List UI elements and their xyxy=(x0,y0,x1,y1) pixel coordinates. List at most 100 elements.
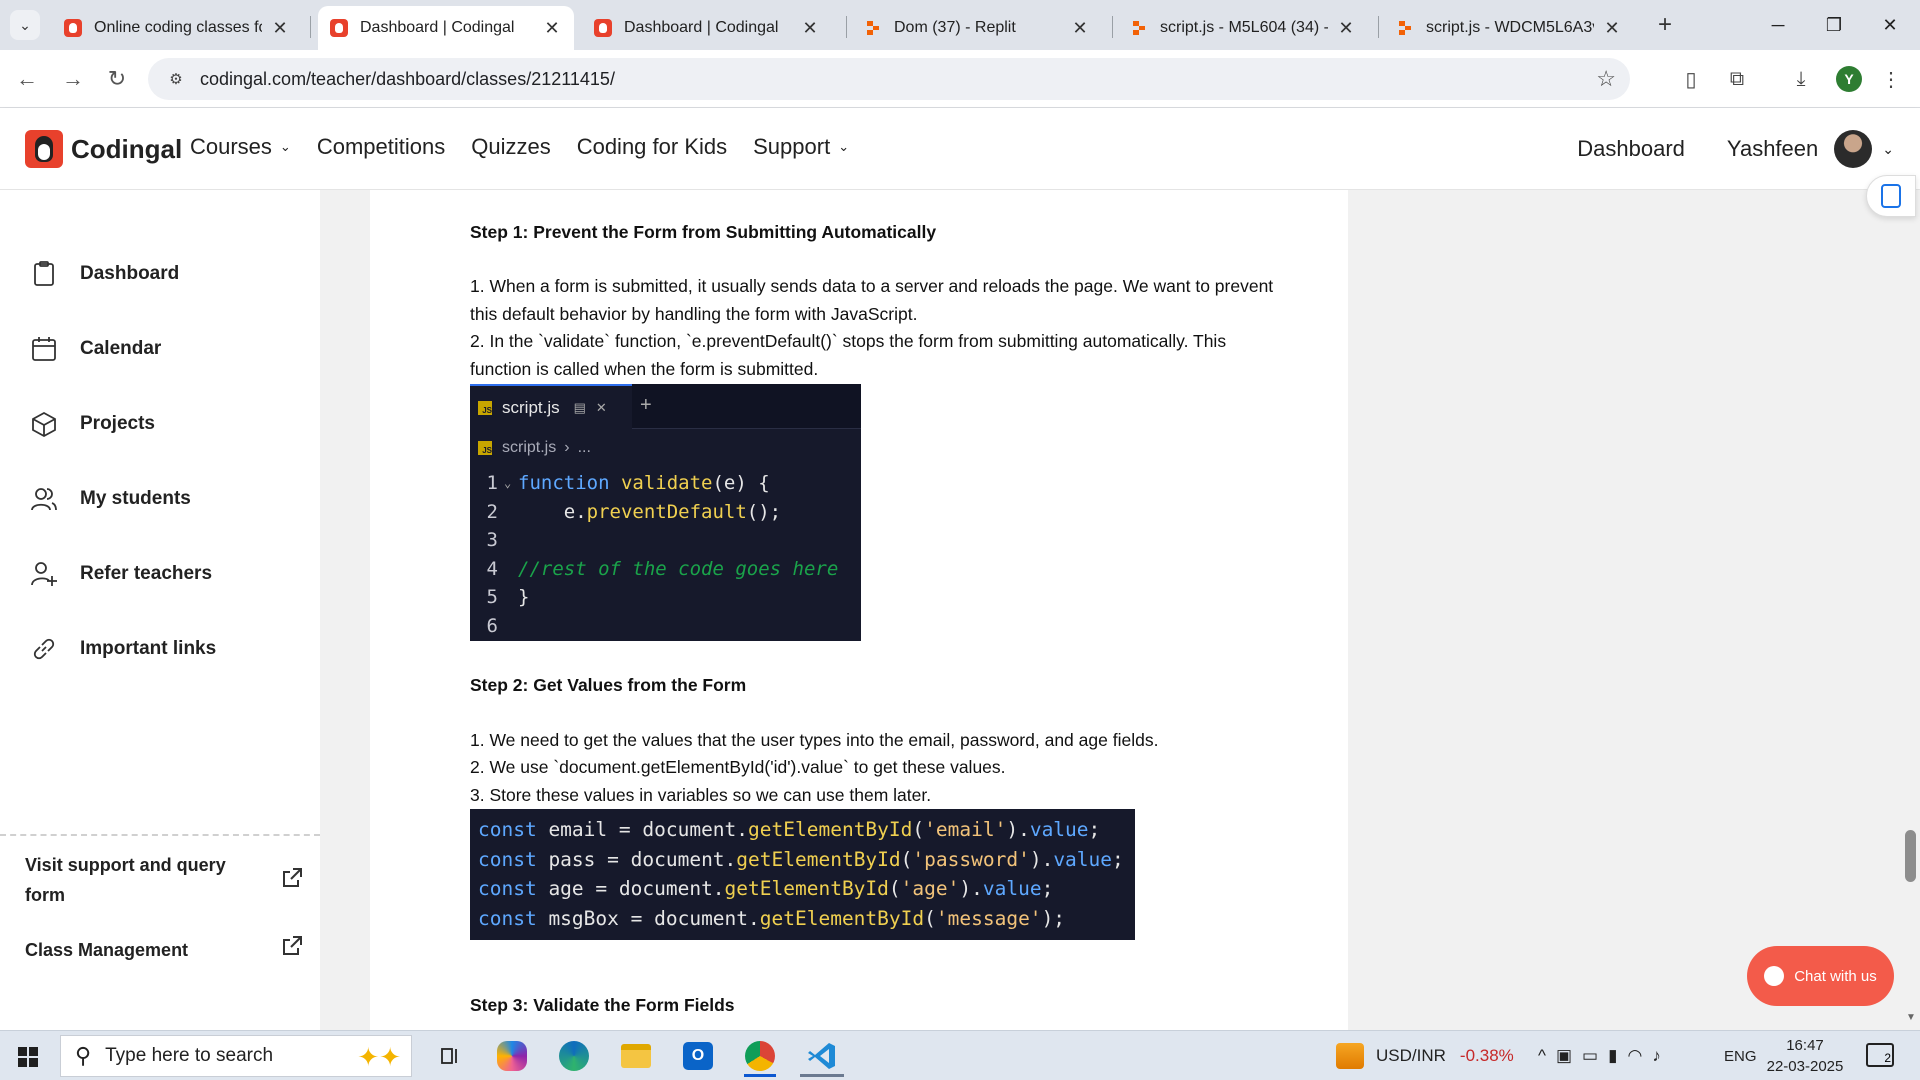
browser-tab[interactable]: Dashboard | Codingal ✕ xyxy=(582,6,832,50)
download-icon[interactable]: ⤓ xyxy=(1786,64,1816,94)
external-link-icon[interactable] xyxy=(280,934,304,958)
forward-arrow-icon[interactable]: → xyxy=(58,64,88,94)
file-explorer-icon[interactable] xyxy=(614,1035,658,1077)
tab-title: Dom (37) - Replit xyxy=(894,19,1016,36)
browser-tab[interactable]: script.js - WDCM5L6A3v2 ( ✕ xyxy=(1384,6,1634,50)
window-close-icon[interactable]: ✕ xyxy=(1870,8,1910,42)
chrome-icon[interactable] xyxy=(738,1035,782,1077)
code-editor-image: JS script.js ▤✕ + JS script.js › ... 1 ⌄ … xyxy=(470,384,861,641)
close-icon[interactable]: ✕ xyxy=(542,18,562,39)
sidebar-item-my-students[interactable]: My students xyxy=(30,485,191,513)
battery-icon[interactable]: ▮ xyxy=(1608,1046,1627,1066)
nav-quizzes[interactable]: Quizzes xyxy=(471,134,550,160)
ticker-value: -0.38% xyxy=(1459,1046,1514,1065)
scrollbar-thumb[interactable] xyxy=(1905,830,1916,882)
browser-tab[interactable]: Online coding classes for k ✕ xyxy=(52,6,302,50)
code-comment: //rest of the code goes here xyxy=(518,557,839,580)
code-token: const xyxy=(478,877,537,900)
tab-separator xyxy=(310,16,311,38)
windows-taskbar: ⚲ Type here to search ✦✦ O USD/INR -0.38… xyxy=(0,1030,1920,1080)
vscode-icon[interactable] xyxy=(800,1035,844,1077)
browser-tab[interactable]: Dom (37) - Replit ✕ xyxy=(852,6,1102,50)
profile-avatar[interactable]: Y xyxy=(1836,66,1862,92)
language-indicator[interactable]: ENG xyxy=(1724,1031,1757,1080)
editor-code: 1 ⌄ function validate (e) { 2 e. preventDef… xyxy=(470,467,861,640)
browser-tab-active[interactable]: Dashboard | Codingal ✕ xyxy=(318,6,574,50)
tab-separator xyxy=(846,16,847,38)
close-icon[interactable]: ✕ xyxy=(800,18,820,39)
windows-start-icon[interactable] xyxy=(18,1047,38,1067)
external-link-icon[interactable] xyxy=(280,866,304,890)
show-hidden-icons-chevron-icon[interactable]: ^ xyxy=(1538,1046,1556,1066)
menu-kebab-icon[interactable]: ⋮ xyxy=(1876,64,1906,94)
taskbar-search[interactable]: ⚲ Type here to search ✦✦ xyxy=(60,1035,412,1077)
chat-with-us-button[interactable]: Chat with us xyxy=(1747,946,1894,1006)
tab-title: script.js - WDCM5L6A3v2 ( xyxy=(1426,19,1594,36)
reload-icon[interactable]: ↻ xyxy=(102,64,132,94)
clock-time: 16:47 xyxy=(1786,1037,1824,1054)
outlook-icon[interactable]: O xyxy=(676,1035,720,1077)
line-number: 4 xyxy=(486,557,498,580)
tab-search-button[interactable]: ⌄ xyxy=(10,10,40,40)
page-scrollbar[interactable] xyxy=(1904,190,1920,1030)
extensions-puzzle-icon[interactable]: ⧉ xyxy=(1722,64,1752,94)
chevron-down-icon: ⌄ xyxy=(279,139,291,154)
address-bar[interactable]: ⚙ codingal.com/teacher/dashboard/classes… xyxy=(148,58,1630,100)
currency-ticker[interactable]: USD/INR -0.38% xyxy=(1336,1031,1514,1080)
chevron-down-icon[interactable]: ⌄ xyxy=(1882,141,1894,158)
scroll-down-arrow-icon[interactable]: ▼ xyxy=(1906,1012,1916,1023)
sidebar-item-label: Refer teachers xyxy=(80,563,213,584)
bookmark-star-icon[interactable]: ☆ xyxy=(1596,66,1616,92)
step-1-paragraph-2: 2. In the `validate` function, `e.preven… xyxy=(470,331,1227,379)
header-dashboard-link[interactable]: Dashboard xyxy=(1577,136,1685,162)
meet-icon[interactable]: ▣ xyxy=(1556,1046,1582,1066)
sidebar-item-important-links[interactable]: Important links xyxy=(30,635,216,663)
sidebar-item-refer-teachers[interactable]: Refer teachers xyxy=(30,560,212,588)
code-token: getElementById xyxy=(736,847,901,871)
code-token: ; xyxy=(1112,847,1124,871)
close-icon[interactable]: ✕ xyxy=(1070,18,1090,39)
task-view-icon[interactable] xyxy=(428,1035,472,1077)
display-icon[interactable]: ▭ xyxy=(1582,1046,1608,1066)
volume-icon[interactable]: ♪ xyxy=(1652,1046,1671,1066)
notification-center-icon[interactable]: 2 xyxy=(1866,1043,1894,1067)
close-icon[interactable]: ✕ xyxy=(1602,18,1622,39)
sidebar-item-projects[interactable]: Projects xyxy=(30,410,155,438)
url-text[interactable]: codingal.com/teacher/dashboard/classes/2… xyxy=(200,69,615,90)
system-tray-icons[interactable]: ^ ▣ ▭ ▮ ◠ ♪ xyxy=(1538,1031,1671,1080)
class-management-link[interactable]: Class Management xyxy=(25,935,245,965)
js-file-icon: JS xyxy=(478,441,492,455)
main-nav: Courses ⌄ Competitions Quizzes Coding fo… xyxy=(190,134,849,160)
nav-support[interactable]: Support ⌄ xyxy=(753,134,849,160)
wifi-icon[interactable]: ◠ xyxy=(1627,1046,1652,1066)
side-panel-widget[interactable] xyxy=(1866,175,1916,217)
codingal-logo[interactable]: Codingal xyxy=(25,130,182,168)
code-line: 3 xyxy=(470,526,861,555)
nav-courses[interactable]: Courses ⌄ xyxy=(190,134,291,160)
code-line: 5 } xyxy=(470,583,861,612)
breadcrumb-file: script.js xyxy=(502,439,557,456)
close-icon[interactable]: ✕ xyxy=(270,18,290,39)
side-panel-icon[interactable]: ▯ xyxy=(1676,64,1706,94)
code-token: const xyxy=(478,818,537,841)
site-info-icon[interactable]: ⚙ xyxy=(158,70,194,88)
tab-title: script.js - M5L604 (34) - Re xyxy=(1160,19,1328,36)
support-query-link[interactable]: Visit support and query form xyxy=(25,850,245,910)
nav-competitions[interactable]: Competitions xyxy=(317,134,445,160)
restore-icon[interactable]: ❐ xyxy=(1814,8,1854,42)
user-avatar[interactable] xyxy=(1834,130,1873,168)
taskbar-clock[interactable]: 16:47 22-03-2025 xyxy=(1762,1035,1848,1077)
browser-tab[interactable]: script.js - M5L604 (34) - Re ✕ xyxy=(1118,6,1368,50)
edge-browser-icon[interactable] xyxy=(552,1035,596,1077)
copilot-icon[interactable] xyxy=(490,1035,534,1077)
code-line: 4 //rest of the code goes here xyxy=(470,555,861,584)
close-icon[interactable]: ✕ xyxy=(1336,18,1356,39)
code-token: ( xyxy=(912,818,925,841)
nav-coding-for-kids[interactable]: Coding for Kids xyxy=(577,134,727,160)
sidebar-item-calendar[interactable]: Calendar xyxy=(30,335,161,363)
user-name[interactable]: Yashfeen xyxy=(1727,136,1818,162)
new-tab-button[interactable]: + xyxy=(1650,10,1680,40)
minimize-icon[interactable]: ─ xyxy=(1758,8,1798,42)
sidebar-item-dashboard[interactable]: Dashboard xyxy=(30,260,179,288)
back-arrow-icon[interactable]: ← xyxy=(12,64,42,94)
